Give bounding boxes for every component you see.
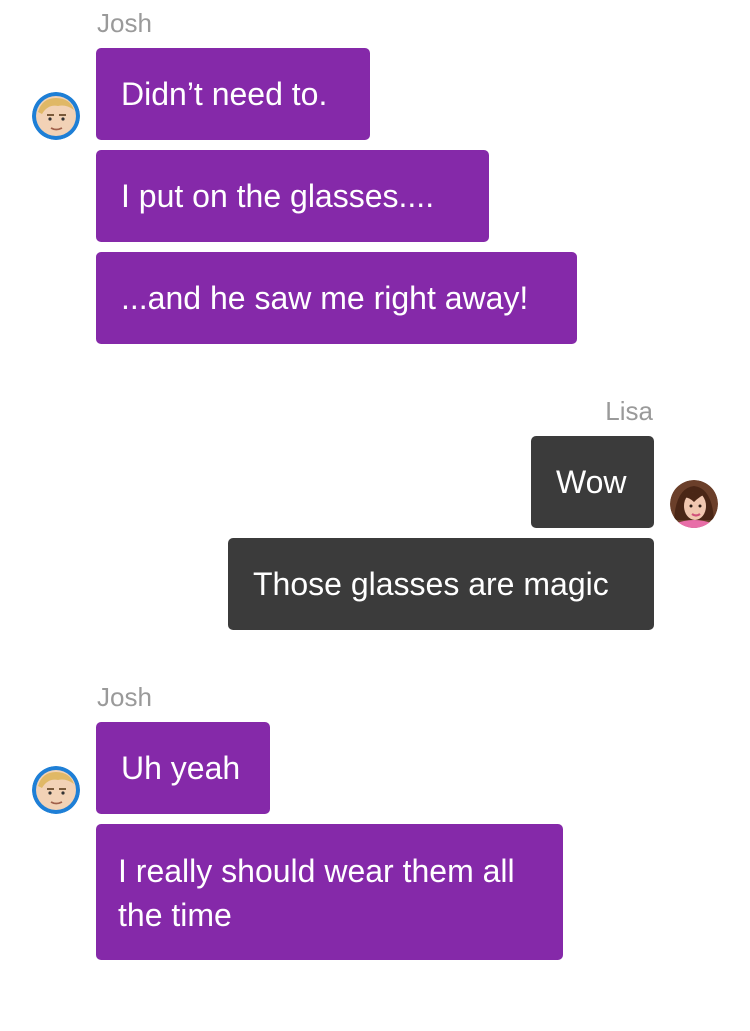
message-bubble[interactable]: I put on the glasses.... xyxy=(96,150,489,242)
message-text: I really should wear them all the time xyxy=(118,853,515,933)
message-bubble[interactable]: Uh yeah xyxy=(96,722,270,814)
sender-name-josh: Josh xyxy=(97,8,152,38)
message-text: ...and he saw me right away! xyxy=(121,280,529,316)
message-text: Those glasses are magic xyxy=(253,566,609,602)
message-bubble[interactable]: Didn’t need to. xyxy=(96,48,370,140)
josh-avatar-icon[interactable] xyxy=(32,766,80,814)
message-text: Wow xyxy=(556,464,627,500)
lisa-avatar-icon[interactable] xyxy=(670,480,718,528)
message-text: Didn’t need to. xyxy=(121,76,328,112)
message-bubble[interactable]: Wow xyxy=(531,436,654,528)
sender-name-lisa: Lisa xyxy=(605,396,653,426)
sender-name-josh: Josh xyxy=(97,682,152,712)
message-text: I put on the glasses.... xyxy=(121,178,435,214)
josh-avatar-icon[interactable] xyxy=(32,92,80,140)
chat-thread: Josh Didn’t need to. I put on the glasse… xyxy=(0,0,750,1031)
message-bubble[interactable]: ...and he saw me right away! xyxy=(96,252,577,344)
message-bubble[interactable]: Those glasses are magic xyxy=(228,538,654,630)
message-bubble[interactable]: I really should wear them all the time xyxy=(96,824,563,960)
message-text: Uh yeah xyxy=(121,750,241,786)
